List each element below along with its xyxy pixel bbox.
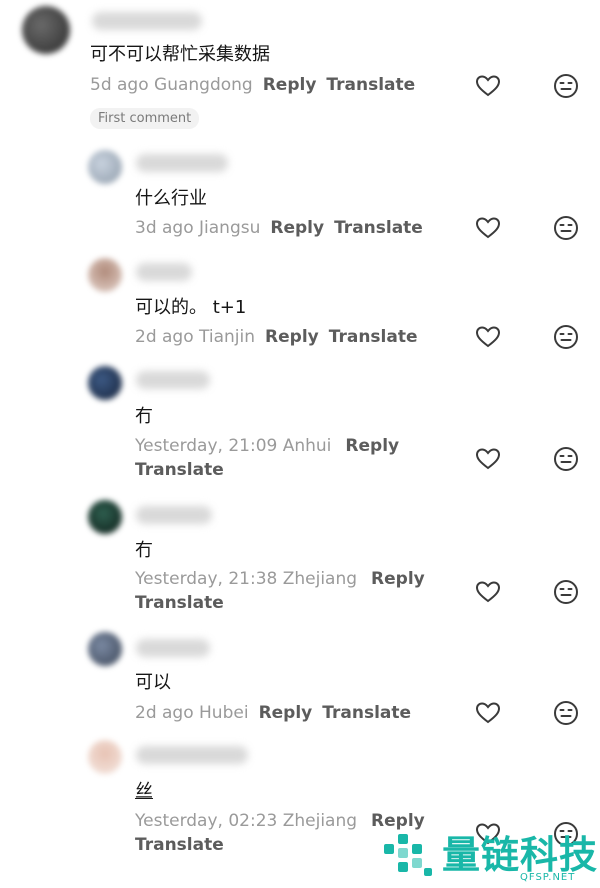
neutral-face-icon[interactable]: [552, 445, 580, 473]
reply-button[interactable]: Reply: [259, 703, 313, 723]
translate-button[interactable]: Translate: [135, 835, 224, 855]
username-blurred[interactable]: [136, 154, 228, 172]
reply-button[interactable]: Reply: [371, 569, 425, 589]
avatar[interactable]: [88, 632, 122, 666]
comment-text: 可不可以帮忙采集数据: [90, 44, 270, 65]
neutral-face-icon[interactable]: [552, 578, 580, 606]
heart-outline-icon[interactable]: [474, 214, 502, 242]
comment-text: 冇: [135, 406, 153, 427]
avatar[interactable]: [88, 500, 122, 534]
reply-button[interactable]: Reply: [265, 327, 319, 347]
comment-meta: 5d ago Guangdong Reply Translate: [90, 73, 415, 97]
timestamp-location: 3d ago Jiangsu: [135, 218, 261, 238]
comment-meta: Yesterday, 21:38 Zhejiang Reply Translate: [135, 567, 425, 615]
avatar[interactable]: [88, 150, 122, 184]
comment-text: 冇: [135, 540, 153, 561]
timestamp-location: 2d ago Tianjin: [135, 327, 256, 347]
comment-meta: 2d ago Hubei Reply Translate: [135, 701, 411, 725]
watermark-logo-icon: [384, 834, 432, 876]
username-blurred[interactable]: [136, 506, 212, 524]
comment-meta: Yesterday, 21:09 Anhui Reply Translate: [135, 434, 399, 482]
translate-button[interactable]: Translate: [322, 703, 411, 723]
timestamp-location: Yesterday, 21:38 Zhejiang: [135, 569, 358, 589]
username-blurred[interactable]: [136, 371, 210, 389]
watermark-title: 量链科技: [442, 833, 599, 877]
comment-text: 什么行业: [135, 188, 207, 209]
avatar[interactable]: [88, 740, 122, 774]
heart-outline-icon[interactable]: [474, 72, 502, 100]
watermark-subtitle: QFSP.NET: [520, 872, 576, 883]
comment-text: 可以: [135, 672, 171, 693]
neutral-face-icon[interactable]: [552, 72, 580, 100]
translate-button[interactable]: Translate: [135, 460, 224, 480]
heart-outline-icon[interactable]: [474, 699, 502, 727]
translate-button[interactable]: Translate: [135, 593, 224, 613]
comment-meta: 3d ago Jiangsu Reply Translate: [135, 216, 423, 240]
meta-line-2: Translate: [135, 591, 425, 615]
username-blurred[interactable]: [136, 746, 248, 764]
timestamp-location: 2d ago Hubei: [135, 703, 249, 723]
avatar[interactable]: [88, 366, 122, 400]
neutral-face-icon[interactable]: [552, 699, 580, 727]
heart-outline-icon[interactable]: [474, 323, 502, 351]
neutral-face-icon[interactable]: [552, 214, 580, 242]
comment-text: 可以的。 t+1: [135, 297, 247, 318]
reply-button[interactable]: Reply: [263, 75, 317, 95]
translate-button[interactable]: Translate: [334, 218, 423, 238]
watermark: 量链科技 QFSP.NET: [380, 822, 600, 888]
username-blurred[interactable]: [136, 263, 192, 281]
meta-line-2: Translate: [135, 458, 399, 482]
comment-text: 丝: [135, 781, 153, 802]
reply-button[interactable]: Reply: [345, 436, 399, 456]
username-blurred[interactable]: [136, 639, 210, 657]
heart-outline-icon[interactable]: [474, 578, 502, 606]
comment-meta: 2d ago Tianjin Reply Translate: [135, 325, 418, 349]
avatar[interactable]: [22, 6, 70, 54]
translate-button[interactable]: Translate: [329, 327, 418, 347]
first-comment-badge: First comment: [90, 108, 200, 129]
timestamp-location: 5d ago Guangdong: [90, 75, 253, 95]
timestamp-location: Yesterday, 02:23 Zhejiang: [135, 811, 358, 831]
username-blurred[interactable]: [92, 12, 202, 30]
translate-button[interactable]: Translate: [326, 75, 415, 95]
avatar[interactable]: [88, 258, 122, 292]
neutral-face-icon[interactable]: [552, 323, 580, 351]
heart-outline-icon[interactable]: [474, 445, 502, 473]
timestamp-location: Yesterday, 21:09 Anhui: [135, 436, 332, 456]
reply-button[interactable]: Reply: [270, 218, 324, 238]
